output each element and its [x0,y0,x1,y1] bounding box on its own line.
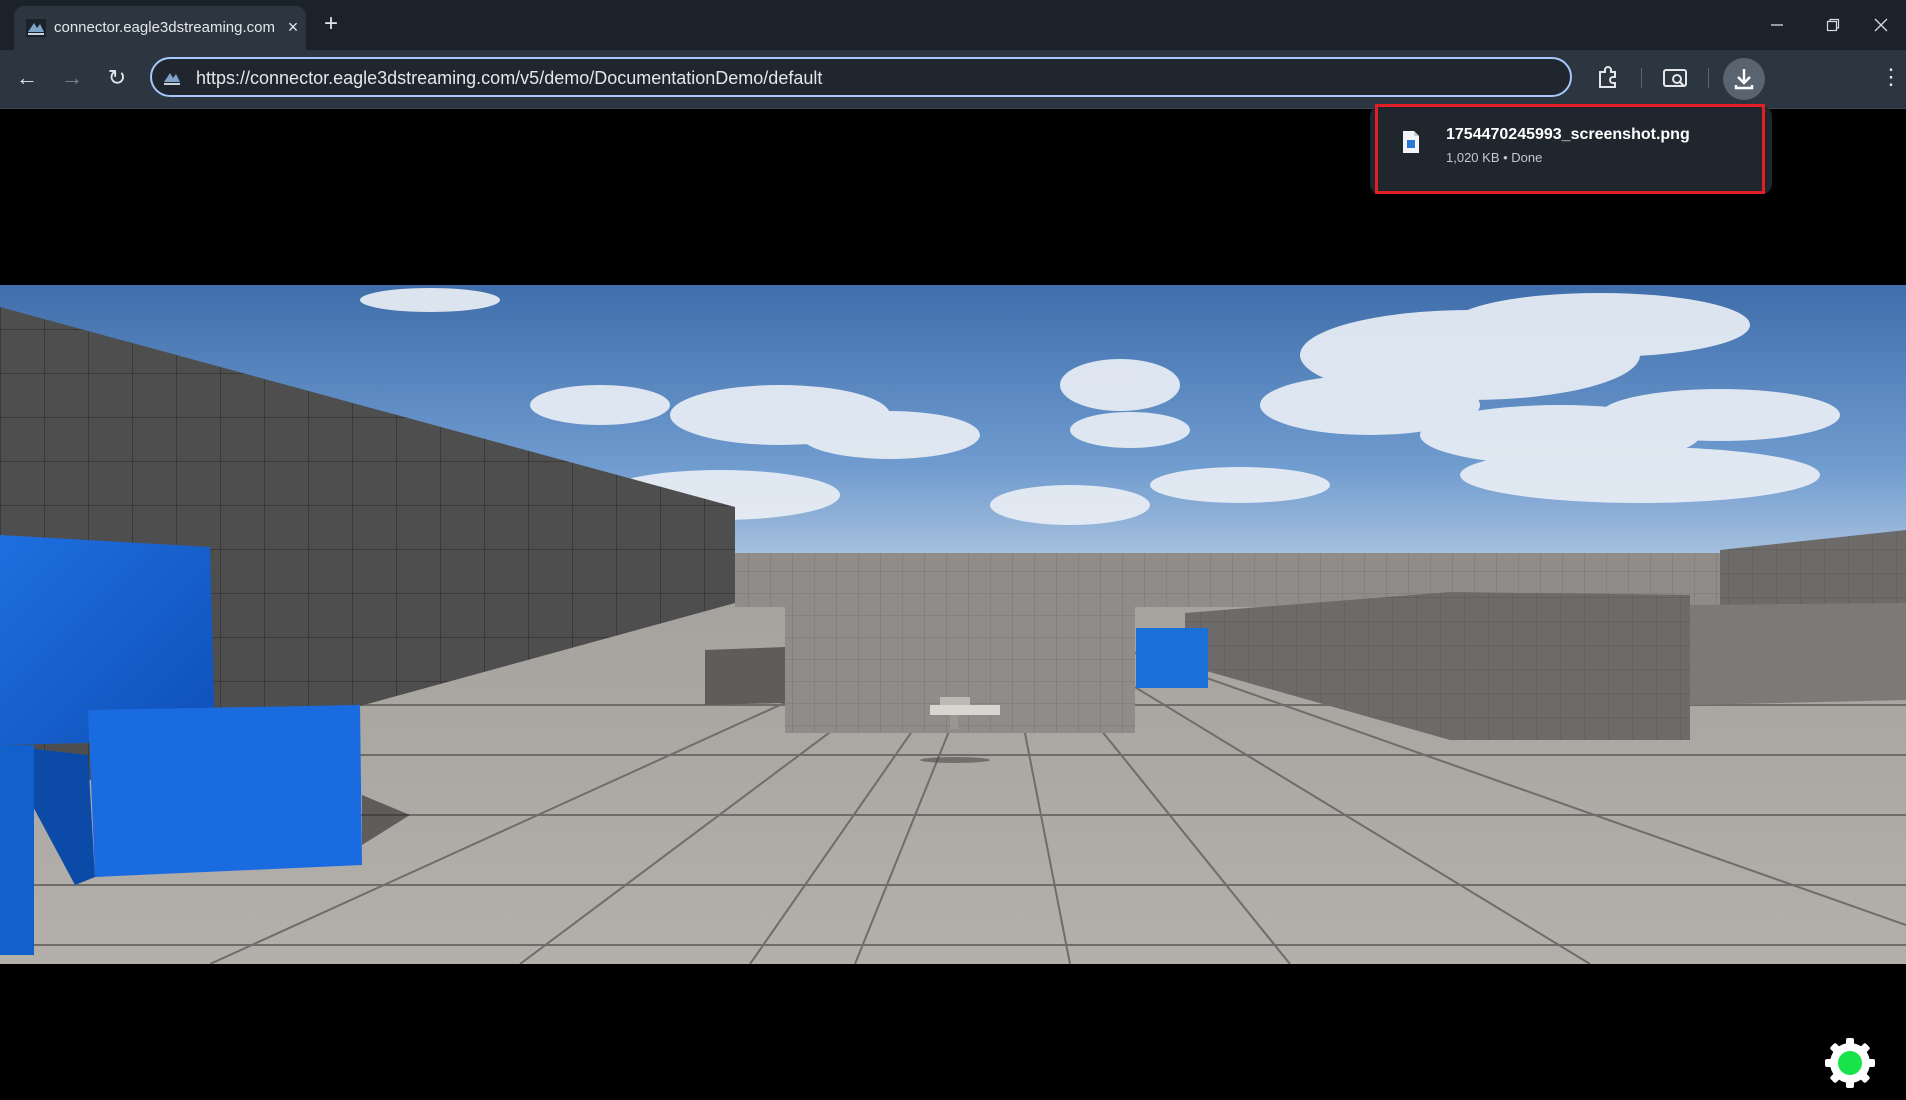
eagle-logo-icon [26,19,46,37]
download-icon [1734,69,1754,90]
download-filename[interactable]: 1754470245993_screenshot.png [1446,126,1690,144]
cast-search-icon[interactable] [1659,62,1691,94]
tab-title: connector.eagle3dstreaming.com [54,19,275,36]
reload-button[interactable]: ↻ [101,62,133,94]
extensions-puzzle-icon[interactable] [1592,62,1624,94]
site-info-icon[interactable] [162,69,182,87]
browser-toolbar: ← → ↻ https://connector.eagle3dstreaming… [0,50,1906,109]
new-tab-button[interactable]: + [318,12,344,38]
minimize-icon[interactable] [1762,10,1792,40]
download-bubble[interactable]: 1754470245993_screenshot.png 1,020 KB • … [1370,106,1772,194]
browser-menu-button[interactable]: ⋮ [1880,62,1902,94]
connection-status-dot [1838,1051,1862,1075]
back-button[interactable]: ← [11,62,43,94]
restore-icon[interactable] [1818,10,1848,40]
url-text[interactable]: https://connector.eagle3dstreaming.com/v… [196,68,822,89]
download-status: 1,020 KB • Done [1446,150,1543,165]
forward-button[interactable]: → [56,62,88,94]
file-icon [1403,131,1419,153]
stream-viewport[interactable] [0,285,1906,964]
settings-button[interactable] [1823,1036,1877,1090]
close-icon[interactable] [1866,10,1896,40]
address-bar[interactable]: https://connector.eagle3dstreaming.com/v… [150,57,1572,97]
stream-scene-image [0,285,1906,964]
tab-close-icon[interactable]: × [282,16,304,38]
toolbar-divider [1641,68,1642,88]
tab-strip: connector.eagle3dstreaming.com × + [0,0,1906,50]
browser-tab[interactable]: connector.eagle3dstreaming.com × [14,6,306,50]
download-button[interactable] [1723,58,1765,100]
toolbar-divider [1708,68,1709,88]
gear-icon [1825,1038,1875,1088]
